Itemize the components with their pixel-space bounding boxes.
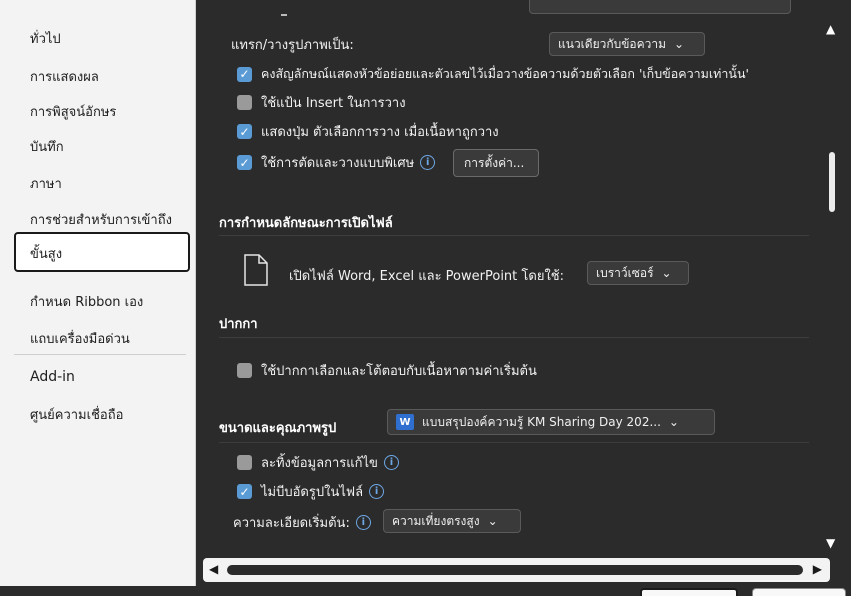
- checkbox-checked-icon[interactable]: ✓: [237, 124, 252, 139]
- file-open-section-title: การกำหนดลักษณะการเปิดไฟล์: [219, 216, 393, 231]
- keep-bullets-label: คงสัญลักษณ์แสดงหัวข้อย่อยและตัวเลขไว้เมื…: [261, 66, 749, 81]
- sidebar-item-language[interactable]: ภาษา: [14, 167, 190, 197]
- insert-pictures-as-dropdown[interactable]: แนวเดียวกับข้อความ ⌄: [549, 32, 705, 56]
- sidebar-item-general[interactable]: ทั่วไป: [14, 22, 190, 52]
- word-document-icon: W: [396, 414, 414, 430]
- sidebar-item-proofing[interactable]: การพิสูจน์อักษร: [14, 95, 190, 125]
- checkbox-unchecked-icon[interactable]: [237, 363, 252, 378]
- section-divider: [219, 442, 809, 443]
- default-resolution-dropdown[interactable]: ความเที่ยงตรงสูง ⌄: [383, 509, 521, 533]
- chevron-down-icon: ⌄: [661, 266, 672, 280]
- image-size-document-value: แบบสรุปองค์ความรู้ KM Sharing Day 202...: [422, 414, 661, 429]
- vertical-scrollbar[interactable]: ▲ ▼: [820, 12, 844, 554]
- info-icon[interactable]: i: [420, 155, 436, 170]
- sidebar-item-save[interactable]: บันทึก: [14, 130, 190, 160]
- show-paste-options-label: แสดงปุ่ม ตัวเลือกการวาง เมื่อเนื้อหาถูกว…: [261, 125, 499, 140]
- keep-bullets-option[interactable]: ✓ คงสัญลักษณ์แสดงหัวข้อย่อยและตัวเลขไว้เ…: [237, 64, 749, 84]
- insert-pictures-as-label: แทรก/วางรูปภาพเป็น:: [231, 38, 354, 53]
- sidebar-item-addins[interactable]: Add-in: [14, 363, 190, 393]
- discard-editing-data-option[interactable]: ละทิ้งข้อมูลการแก้ไข i: [237, 452, 399, 473]
- horizontal-scrollbar[interactable]: ◀ ▶: [203, 558, 830, 582]
- chevron-down-icon: ⌄: [487, 514, 498, 528]
- do-not-compress-option[interactable]: ✓ ไม่บีบอัดรูปในไฟล์ i: [237, 481, 385, 502]
- sidebar-item-quick-access-toolbar[interactable]: แถบเครื่องมือด่วน: [14, 322, 190, 352]
- open-files-with-label: เปิดไฟล์ Word, Excel และ PowerPoint โดยใ…: [289, 269, 564, 284]
- options-sidebar: ทั่วไป การแสดงผล การพิสูจน์อักษร บันทึก …: [0, 0, 196, 586]
- smart-cut-paste-settings-button[interactable]: การตั้งค่า...: [453, 149, 539, 177]
- advanced-options-panel: แทรก/วางรูปภาพเป็น: แนวเดียวกับข้อความ ⌄…: [197, 0, 817, 558]
- smart-cut-paste-option[interactable]: ✓ ใช้การตัดและวางแบบพิเศษ i: [237, 152, 436, 173]
- cut-off-text-fragment: [281, 14, 287, 16]
- scroll-down-arrow-icon[interactable]: ▼: [826, 536, 835, 550]
- cut-off-dropdown[interactable]: [529, 0, 791, 14]
- image-size-document-dropdown[interactable]: W แบบสรุปองค์ความรู้ KM Sharing Day 202.…: [387, 409, 715, 435]
- scroll-right-arrow-icon[interactable]: ▶: [813, 562, 822, 576]
- sidebar-item-display[interactable]: การแสดงผล: [14, 60, 190, 90]
- checkbox-checked-icon[interactable]: ✓: [237, 155, 252, 170]
- sidebar-item-customize-ribbon[interactable]: กำหนด Ribbon เอง: [14, 285, 190, 315]
- info-icon[interactable]: i: [383, 455, 399, 470]
- pen-select-label: ใช้ปากกาเลือกและโต้ตอบกับเนื้อหาตามค่าเร…: [261, 364, 537, 379]
- horizontal-scrollbar-thumb[interactable]: [227, 565, 803, 575]
- sidebar-item-accessibility[interactable]: การช่วยสำหรับการเข้าถึง: [14, 203, 190, 233]
- info-icon[interactable]: i: [369, 484, 385, 499]
- pen-select-option[interactable]: ใช้ปากกาเลือกและโต้ตอบกับเนื้อหาตามค่าเร…: [237, 360, 537, 381]
- insert-key-paste-option[interactable]: ใช้แป้น Insert ในการวาง: [237, 92, 406, 113]
- discard-editing-data-label: ละทิ้งข้อมูลการแก้ไข: [261, 456, 378, 471]
- scroll-up-arrow-icon[interactable]: ▲: [826, 22, 835, 36]
- checkbox-unchecked-icon[interactable]: [237, 95, 252, 110]
- default-resolution-value: ความเที่ยงตรงสูง: [392, 513, 480, 528]
- image-size-quality-section-title: ขนาดและคุณภาพรูป: [219, 421, 337, 436]
- chevron-down-icon: ⌄: [668, 415, 679, 429]
- open-files-with-value: เบราว์เซอร์: [596, 265, 654, 280]
- cancel-button[interactable]: [752, 588, 846, 596]
- vertical-scrollbar-thumb[interactable]: [829, 152, 835, 212]
- checkbox-checked-icon[interactable]: ✓: [237, 484, 252, 499]
- sidebar-item-advanced[interactable]: ขั้นสูง: [14, 232, 190, 272]
- pen-section-title: ปากกา: [219, 317, 258, 332]
- smart-cut-paste-label: ใช้การตัดและวางแบบพิเศษ: [261, 156, 415, 171]
- section-divider: [219, 235, 809, 236]
- default-resolution-label: ความละเอียดเริ่มต้น: i: [233, 512, 371, 533]
- chevron-down-icon: ⌄: [674, 37, 685, 51]
- checkbox-unchecked-icon[interactable]: [237, 455, 252, 470]
- checkbox-checked-icon[interactable]: ✓: [237, 66, 252, 82]
- do-not-compress-label: ไม่บีบอัดรูปในไฟล์: [261, 485, 364, 500]
- insert-key-paste-label: ใช้แป้น Insert ในการวาง: [261, 96, 406, 111]
- sidebar-item-trust-center[interactable]: ศูนย์ความเชื่อถือ: [14, 398, 190, 428]
- ok-button[interactable]: [640, 588, 738, 596]
- scroll-left-arrow-icon[interactable]: ◀: [209, 562, 218, 576]
- sidebar-divider: [14, 354, 186, 355]
- show-paste-options-option[interactable]: ✓ แสดงปุ่ม ตัวเลือกการวาง เมื่อเนื้อหาถู…: [237, 121, 499, 142]
- document-icon: [244, 254, 268, 286]
- section-divider: [219, 337, 809, 338]
- info-icon[interactable]: i: [355, 515, 371, 530]
- open-files-with-dropdown[interactable]: เบราว์เซอร์ ⌄: [587, 261, 689, 285]
- insert-pictures-as-value: แนวเดียวกับข้อความ: [558, 36, 667, 51]
